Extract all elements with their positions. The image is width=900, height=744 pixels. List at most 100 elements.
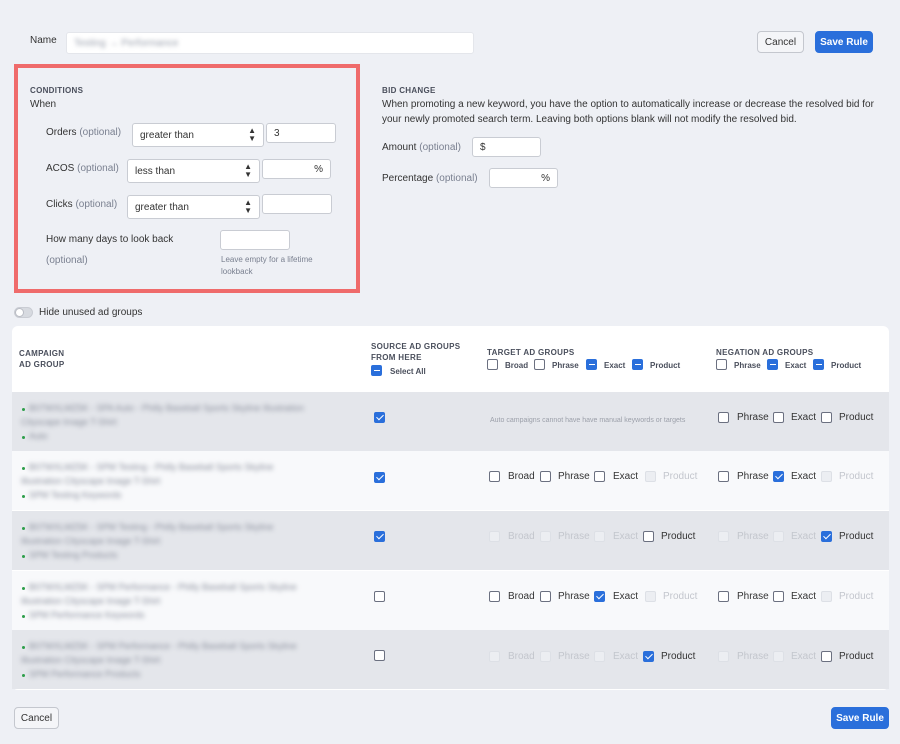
source-checkbox[interactable] [374, 591, 385, 602]
negation-exact-checkbox[interactable] [773, 591, 784, 602]
table-row: B07WXLMZ5K - SPA Auto - Philly Baseball … [12, 392, 889, 451]
save-rule-button[interactable]: Save Rule [815, 31, 873, 53]
negation-product-checkbox[interactable] [821, 412, 832, 423]
cancel-button[interactable]: Cancel [757, 31, 804, 53]
negation-exact-label: Exact [791, 591, 817, 602]
target-broad-all-checkbox[interactable] [487, 359, 498, 370]
target-product-checkbox [645, 591, 656, 602]
negation-product-checkbox[interactable] [821, 531, 832, 542]
orders-operator-select[interactable]: greater than ▲ ▼ [132, 123, 264, 147]
negation-exact-checkbox [773, 651, 784, 662]
ad-group-dot [22, 555, 25, 558]
negation-product-label: Product [839, 412, 874, 423]
footer-save-rule-button[interactable]: Save Rule [831, 707, 889, 729]
name-input-value: Testing → Performance [74, 37, 179, 49]
target-phrase-all-checkbox[interactable] [534, 359, 545, 370]
negation-product-all-checkbox[interactable] [813, 359, 824, 370]
col-target-header: TARGET AD GROUPS [487, 348, 575, 357]
acos-value-input[interactable]: % [262, 159, 331, 179]
source-checkbox[interactable] [374, 531, 385, 542]
lookback-days-input[interactable] [220, 230, 290, 250]
negation-exact-all-label: Exact [785, 361, 807, 370]
lookback-hint: Leave empty for a lifetime lookback [221, 255, 313, 276]
negation-exact-all-checkbox[interactable] [767, 359, 778, 370]
campaign-name-cont: Cityscape Image T-Shirt [21, 417, 117, 427]
negation-product-checkbox[interactable] [821, 651, 832, 662]
footer-cancel-button[interactable]: Cancel [14, 707, 59, 729]
target-exact-all-label: Exact [604, 361, 626, 370]
negation-phrase-checkbox[interactable] [718, 471, 729, 482]
target-broad-checkbox [489, 531, 500, 542]
percentage-input[interactable]: % [489, 168, 558, 188]
source-checkbox[interactable] [374, 412, 385, 423]
negation-exact-checkbox [773, 531, 784, 542]
col-ad-group-header: AD GROUP [19, 360, 65, 369]
percentage-label: Percentage (optional) [382, 173, 478, 184]
ad-group-name: SPM Testing Products [29, 550, 118, 560]
campaign-name-cont: Illustration Cityscape Image T-Shirt [21, 536, 161, 546]
negation-phrase-checkbox[interactable] [718, 412, 729, 423]
ad-group-dot [22, 615, 25, 618]
target-product-checkbox[interactable] [643, 651, 654, 662]
hide-unused-toggle[interactable] [14, 307, 33, 318]
negation-product-label: Product [839, 651, 874, 662]
col-source-header: SOURCE AD GROUPS FROM HERE [371, 342, 461, 362]
target-exact-checkbox[interactable] [594, 591, 605, 602]
campaign-dot [22, 646, 25, 649]
negation-phrase-label: Phrase [737, 591, 769, 602]
table-row: B07WXLMZ5K - SPM Performance - Philly Ba… [12, 571, 889, 630]
source-checkbox[interactable] [374, 650, 385, 661]
hide-unused-label: Hide unused ad groups [39, 307, 143, 318]
target-phrase-checkbox[interactable] [540, 591, 551, 602]
negation-phrase-label: Phrase [737, 471, 769, 482]
table-row: B07WXLMZ5K - SPM Performance - Philly Ba… [12, 630, 889, 689]
target-product-checkbox[interactable] [643, 531, 654, 542]
orders-value-input[interactable]: 3 [266, 123, 336, 143]
negation-phrase-all-checkbox[interactable] [716, 359, 727, 370]
target-phrase-checkbox[interactable] [540, 471, 551, 482]
select-caret-icon: ▲ ▼ [244, 162, 252, 179]
target-exact-label: Exact [613, 531, 639, 542]
ad-group-dot [22, 674, 25, 677]
negation-exact-checkbox[interactable] [773, 471, 784, 482]
negation-product-all-label: Product [831, 361, 862, 370]
select-caret-icon: ▲ ▼ [248, 126, 256, 143]
target-product-all-checkbox[interactable] [632, 359, 643, 370]
acos-operator-select[interactable]: less than ▲ ▼ [127, 159, 260, 183]
ad-group-name: SPM Performance Products [29, 669, 141, 679]
source-checkbox[interactable] [374, 472, 385, 483]
target-broad-checkbox[interactable] [489, 471, 500, 482]
amount-input[interactable]: $ [472, 137, 541, 157]
bid-change-description: When promoting a new keyword, you have t… [382, 99, 874, 125]
negation-exact-label: Exact [791, 531, 817, 542]
clicks-operator-select[interactable]: greater than ▲ ▼ [127, 195, 260, 219]
negation-product-checkbox [821, 591, 832, 602]
target-exact-all-checkbox[interactable] [586, 359, 597, 370]
toggle-knob [15, 308, 24, 317]
name-input[interactable]: Testing → Performance [66, 32, 474, 54]
negation-product-label: Product [839, 591, 874, 602]
negation-phrase-all-label: Phrase [734, 361, 761, 370]
target-broad-label: Broad [508, 591, 535, 602]
target-broad-checkbox[interactable] [489, 591, 500, 602]
negation-phrase-label: Phrase [737, 412, 769, 423]
negation-phrase-checkbox[interactable] [718, 591, 729, 602]
target-product-label: Product [663, 591, 698, 602]
select-all-label: Select All [390, 367, 426, 376]
campaign-dot [22, 408, 25, 411]
campaign-name: B07WXLMZ5K - SPA Auto - Philly Baseball … [29, 403, 304, 413]
negation-phrase-label: Phrase [737, 651, 769, 662]
campaign-name: B07WXLMZ5K - SPM Performance - Philly Ba… [29, 582, 297, 592]
target-product-label: Product [663, 471, 698, 482]
select-all-checkbox[interactable] [371, 365, 382, 376]
target-product-label: Product [661, 651, 696, 662]
target-exact-checkbox[interactable] [594, 471, 605, 482]
negation-product-label: Product [839, 531, 874, 542]
clicks-value-input[interactable] [262, 194, 332, 214]
negation-exact-checkbox[interactable] [773, 412, 784, 423]
target-phrase-label: Phrase [558, 591, 590, 602]
target-exact-label: Exact [613, 591, 639, 602]
negation-product-checkbox [821, 471, 832, 482]
target-broad-label: Broad [508, 471, 535, 482]
target-exact-checkbox [594, 651, 605, 662]
